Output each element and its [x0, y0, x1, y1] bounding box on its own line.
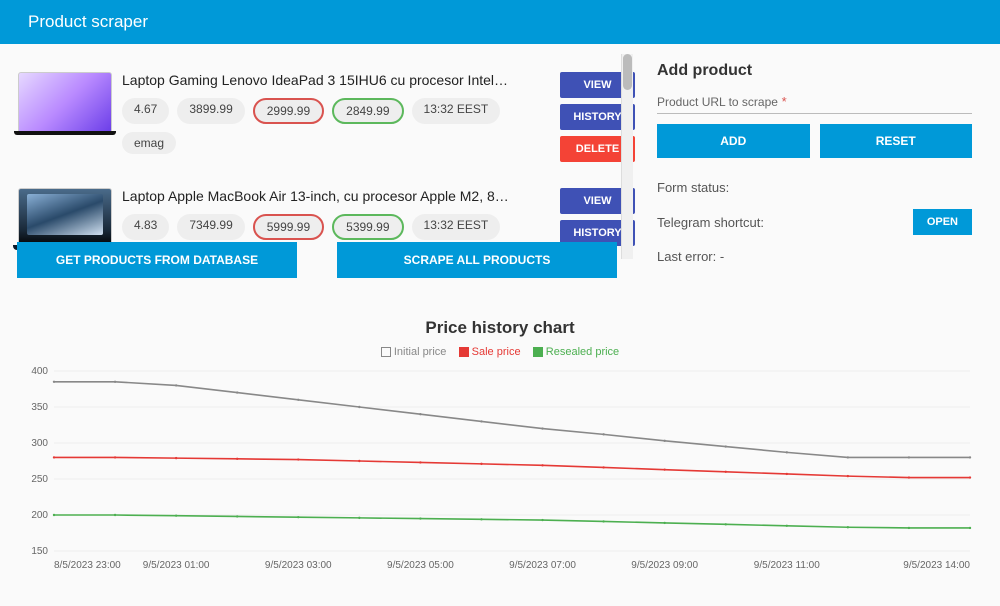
- legend-sale: Sale price: [459, 346, 521, 358]
- app-header: Product scraper: [0, 0, 1000, 44]
- svg-text:250: 250: [31, 474, 48, 485]
- svg-text:9/5/2023 07:00: 9/5/2023 07:00: [509, 560, 576, 571]
- rating-chip: 4.83: [122, 214, 169, 240]
- telegram-row: Telegram shortcut: OPEN: [657, 209, 972, 235]
- svg-text:350: 350: [31, 402, 48, 413]
- resealed-price-chip: 2849.99: [332, 98, 403, 124]
- last-error-value: -: [720, 249, 724, 264]
- required-asterisk: *: [782, 94, 787, 109]
- scrape-all-button[interactable]: SCRAPE ALL PRODUCTS: [337, 242, 617, 278]
- product-thumbnail: [18, 72, 112, 134]
- product-chips: 4.67 3899.99 2999.99 2849.99 13:32 EEST …: [122, 98, 554, 154]
- svg-text:9/5/2023 03:00: 9/5/2023 03:00: [265, 560, 332, 571]
- svg-text:9/5/2023 05:00: 9/5/2023 05:00: [387, 560, 454, 571]
- form-buttons: ADD RESET: [657, 124, 972, 158]
- svg-text:9/5/2023 01:00: 9/5/2023 01:00: [143, 560, 210, 571]
- product-thumbnail: [18, 188, 112, 248]
- svg-text:9/5/2023 09:00: 9/5/2023 09:00: [631, 560, 698, 571]
- initial-price-chip: 3899.99: [177, 98, 244, 124]
- url-input-label: Product URL to scrape: [657, 95, 778, 109]
- product-list[interactable]: Laptop Gaming Lenovo IdeaPad 3 15IHU6 cu…: [0, 54, 635, 259]
- legend-initial: Initial price: [381, 346, 447, 358]
- last-error-label: Last error:: [657, 249, 716, 264]
- form-status-row: Form status:: [657, 180, 972, 195]
- scrollbar-thumb[interactable]: [623, 54, 632, 90]
- get-products-button[interactable]: GET PRODUCTS FROM DATABASE: [17, 242, 297, 278]
- open-telegram-button[interactable]: OPEN: [913, 209, 972, 235]
- sale-price-chip: 2999.99: [253, 98, 324, 124]
- url-input[interactable]: Product URL to scrape *: [657, 92, 972, 114]
- product-title: Laptop Gaming Lenovo IdeaPad 3 15IHU6 cu…: [122, 72, 510, 88]
- rating-chip: 4.67: [122, 98, 169, 124]
- initial-price-chip: 7349.99: [177, 214, 244, 240]
- chart-section: Price history chart Initial price Sale p…: [0, 278, 1000, 576]
- products-column: Laptop Gaming Lenovo IdeaPad 3 15IHU6 cu…: [0, 54, 635, 278]
- store-chip: emag: [122, 132, 176, 154]
- add-button[interactable]: ADD: [657, 124, 810, 158]
- main-layout: Laptop Gaming Lenovo IdeaPad 3 15IHU6 cu…: [0, 44, 1000, 278]
- time-chip: 13:32 EEST: [412, 98, 501, 124]
- svg-text:400: 400: [31, 366, 48, 377]
- last-error-row: Last error: -: [657, 249, 972, 264]
- svg-text:9/5/2023 11:00: 9/5/2023 11:00: [754, 560, 820, 571]
- product-card: Laptop Gaming Lenovo IdeaPad 3 15IHU6 cu…: [18, 72, 635, 162]
- legend-resealed: Resealed price: [533, 346, 619, 358]
- svg-text:8/5/2023 23:00: 8/5/2023 23:00: [54, 560, 121, 571]
- price-history-chart: 150 200 250 300 350 400 8/5/2023 23:00 9/5/2023…: [20, 366, 980, 576]
- reset-button[interactable]: RESET: [820, 124, 973, 158]
- bulk-actions: GET PRODUCTS FROM DATABASE SCRAPE ALL PR…: [17, 242, 617, 278]
- add-product-heading: Add product: [657, 62, 972, 80]
- add-product-panel: Add product Product URL to scrape * ADD …: [635, 54, 1000, 278]
- product-title: Laptop Apple MacBook Air 13-inch, cu pro…: [122, 188, 510, 204]
- svg-text:300: 300: [31, 438, 48, 449]
- chart-title: Price history chart: [20, 318, 980, 338]
- svg-text:9/5/2023 14:00: 9/5/2023 14:00: [903, 560, 970, 571]
- sale-price-chip: 5999.99: [253, 214, 324, 240]
- svg-text:200: 200: [31, 510, 48, 521]
- app-title: Product scraper: [28, 12, 148, 31]
- scrollbar[interactable]: [621, 54, 633, 259]
- form-status-label: Form status:: [657, 180, 729, 195]
- svg-text:150: 150: [31, 546, 48, 557]
- product-info: Laptop Gaming Lenovo IdeaPad 3 15IHU6 cu…: [122, 72, 554, 154]
- telegram-label: Telegram shortcut:: [657, 215, 764, 230]
- chart-legend: Initial price Sale price Resealed price: [20, 346, 980, 358]
- resealed-price-chip: 5399.99: [332, 214, 403, 240]
- time-chip: 13:32 EEST: [412, 214, 501, 240]
